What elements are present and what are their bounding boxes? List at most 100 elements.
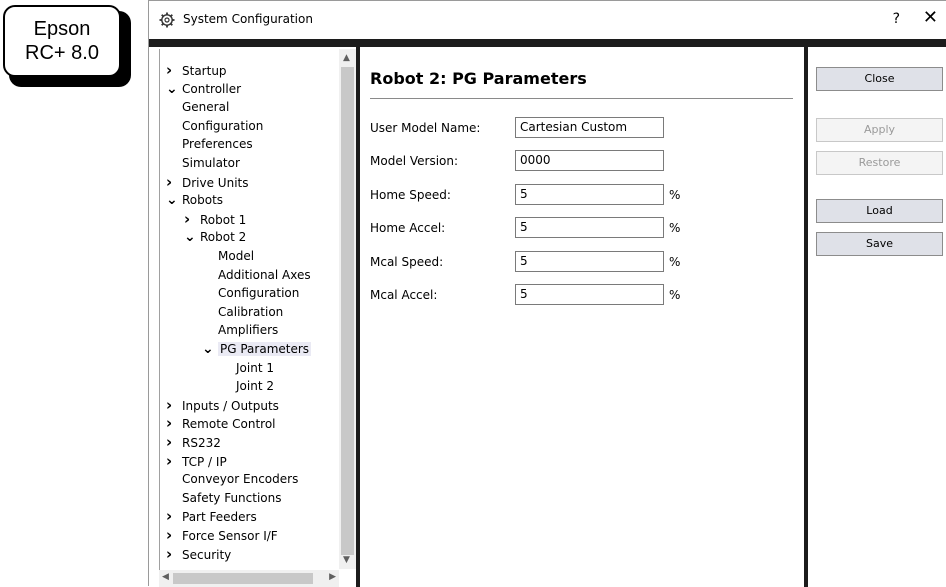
home-accel-field[interactable]: 5 (515, 217, 664, 238)
tree-item[interactable]: Configuration (182, 117, 263, 135)
apply-button[interactable]: Apply (816, 118, 943, 142)
tree-item-label: Startup (182, 64, 227, 78)
tree-item-label: Model (218, 249, 255, 263)
tree-item[interactable]: General (182, 98, 229, 116)
scroll-right-arrow-icon[interactable]: ▶ (329, 572, 336, 582)
help-button[interactable]: ? (893, 11, 900, 27)
home-speed-field[interactable]: 5 (515, 184, 664, 205)
tree-item-label: Inputs / Outputs (182, 398, 279, 413)
main-panel: Robot 2: PG Parameters User Model Name: … (360, 47, 804, 587)
tree-item[interactable]: Configuration (218, 284, 299, 302)
tree-item[interactable]: Calibration (218, 303, 283, 321)
title-bar: System Configuration ? ✕ (149, 1, 946, 39)
window-close-button[interactable]: ✕ (923, 9, 938, 27)
chevron-down-icon[interactable]: ⌄ (202, 340, 218, 358)
tree-item-label: RS232 (182, 436, 221, 450)
chevron-right-icon[interactable]: › (166, 526, 182, 544)
tree-item[interactable]: › RS232 (166, 433, 221, 451)
home-speed-unit: % (669, 188, 681, 202)
badge-line-2: RC+ 8.0 (25, 42, 99, 64)
chevron-right-icon[interactable]: › (166, 414, 182, 432)
tree-item[interactable]: Model (218, 247, 254, 265)
tree-item[interactable]: Joint 1 (236, 359, 274, 377)
header-divider (149, 39, 946, 47)
mcal-speed-label: Mcal Speed: (370, 255, 444, 269)
scroll-up-arrow-icon[interactable]: ▲ (343, 53, 350, 63)
tree-item[interactable]: ⌄ PG Parameters (202, 340, 312, 358)
chevron-right-icon[interactable]: › (166, 396, 182, 414)
tree-item-label: Drive Units (182, 175, 249, 190)
scrollbar-thumb[interactable] (341, 67, 354, 555)
mcal-accel-unit: % (669, 288, 681, 302)
save-button[interactable]: Save (816, 232, 943, 256)
tree-item[interactable]: Safety Functions (182, 489, 282, 507)
tree-item-label: Robot 1 (200, 212, 247, 227)
scroll-left-arrow-icon[interactable]: ◀ (162, 572, 169, 582)
system-configuration-dialog: System Configuration ? ✕ › Startup ⌄ Contro… (148, 0, 946, 587)
mcal-speed-unit: % (669, 255, 681, 269)
chevron-right-icon[interactable]: › (184, 210, 200, 228)
tree-item[interactable]: › TCP / IP (166, 452, 227, 470)
tree-item[interactable]: › Startup (166, 61, 227, 79)
chevron-down-icon[interactable]: ⌄ (166, 80, 182, 98)
mcal-speed-field[interactable]: 5 (515, 251, 664, 272)
chevron-right-icon[interactable]: › (166, 545, 182, 563)
title-underline (370, 98, 793, 99)
tree-item[interactable]: Simulator (182, 154, 240, 172)
tree-item[interactable]: ⌄ Robots (166, 191, 223, 209)
tree-item-label: TCP / IP (182, 454, 227, 469)
tree-horizontal-scrollbar[interactable]: ◀ ▶ (159, 570, 339, 587)
epson-badge: Epson RC+ 8.0 (3, 5, 121, 77)
tree-item[interactable]: Joint 2 (236, 377, 274, 395)
user-model-name-field[interactable]: Cartesian Custom (515, 117, 664, 138)
tree-item-label: Joint 2 (236, 379, 274, 394)
close-button[interactable]: Close (816, 67, 943, 91)
tree-item-label: Calibration (218, 304, 284, 319)
tree-item[interactable]: › Part Feeders (166, 507, 257, 525)
tree-item-label: Safety Functions (182, 490, 282, 505)
model-version-field[interactable]: 0000 (515, 150, 664, 171)
scroll-down-arrow-icon[interactable]: ▼ (343, 555, 350, 565)
home-accel-unit: % (669, 221, 681, 235)
tree-item[interactable]: › Remote Control (166, 414, 276, 432)
tree-item[interactable]: › Robot 1 (184, 210, 246, 228)
user-model-name-label: User Model Name: (370, 121, 481, 135)
tree-item[interactable]: › Drive Units (166, 173, 249, 191)
gear-icon (159, 12, 175, 28)
tree-item[interactable]: Amplifiers (218, 321, 278, 339)
tree-item-label: Controller (182, 81, 242, 96)
tree-item-label: Robot 2 (200, 230, 247, 245)
config-tree: › Startup ⌄ Controller General Configuration P… (159, 49, 360, 587)
home-accel-label: Home Accel: (370, 221, 446, 235)
chevron-right-icon[interactable]: › (166, 507, 182, 525)
tree-item-label: Robots (182, 193, 224, 208)
page-title: Robot 2: PG Parameters (370, 69, 587, 88)
tree-item[interactable]: Additional Axes (218, 266, 311, 284)
window-title: System Configuration (183, 12, 313, 26)
chevron-right-icon[interactable]: › (166, 173, 182, 191)
tree-item-label: Remote Control (182, 417, 276, 432)
tree-item-label: Configuration (218, 286, 300, 301)
tree-item-label: Part Feeders (182, 510, 257, 525)
tree-item-label: Conveyor Encoders (182, 472, 299, 487)
tree-item[interactable]: › Inputs / Outputs (166, 396, 279, 414)
load-button[interactable]: Load (816, 199, 943, 223)
restore-button[interactable]: Restore (816, 151, 943, 175)
scrollbar-thumb[interactable] (173, 573, 313, 584)
tree-item[interactable]: Preferences (182, 135, 253, 153)
tree-item-label: Security (182, 547, 232, 562)
chevron-right-icon[interactable]: › (166, 61, 182, 79)
chevron-down-icon[interactable]: ⌄ (184, 228, 200, 246)
tree-item[interactable]: Conveyor Encoders (182, 470, 298, 488)
tree-item[interactable]: › Security (166, 545, 231, 563)
chevron-right-icon[interactable]: › (166, 452, 182, 470)
tree-item[interactable]: ⌄ Controller (166, 80, 241, 98)
tree-vertical-scrollbar[interactable]: ▲ ▼ (339, 49, 356, 569)
chevron-down-icon[interactable]: ⌄ (166, 191, 182, 209)
tree-item-label: Additional Axes (218, 267, 311, 282)
tree-item-label: Configuration (182, 118, 264, 133)
tree-item[interactable]: ⌄ Robot 2 (184, 228, 246, 246)
mcal-accel-field[interactable]: 5 (515, 284, 664, 305)
tree-item[interactable]: › Force Sensor I/F (166, 526, 278, 544)
chevron-right-icon[interactable]: › (166, 433, 182, 451)
